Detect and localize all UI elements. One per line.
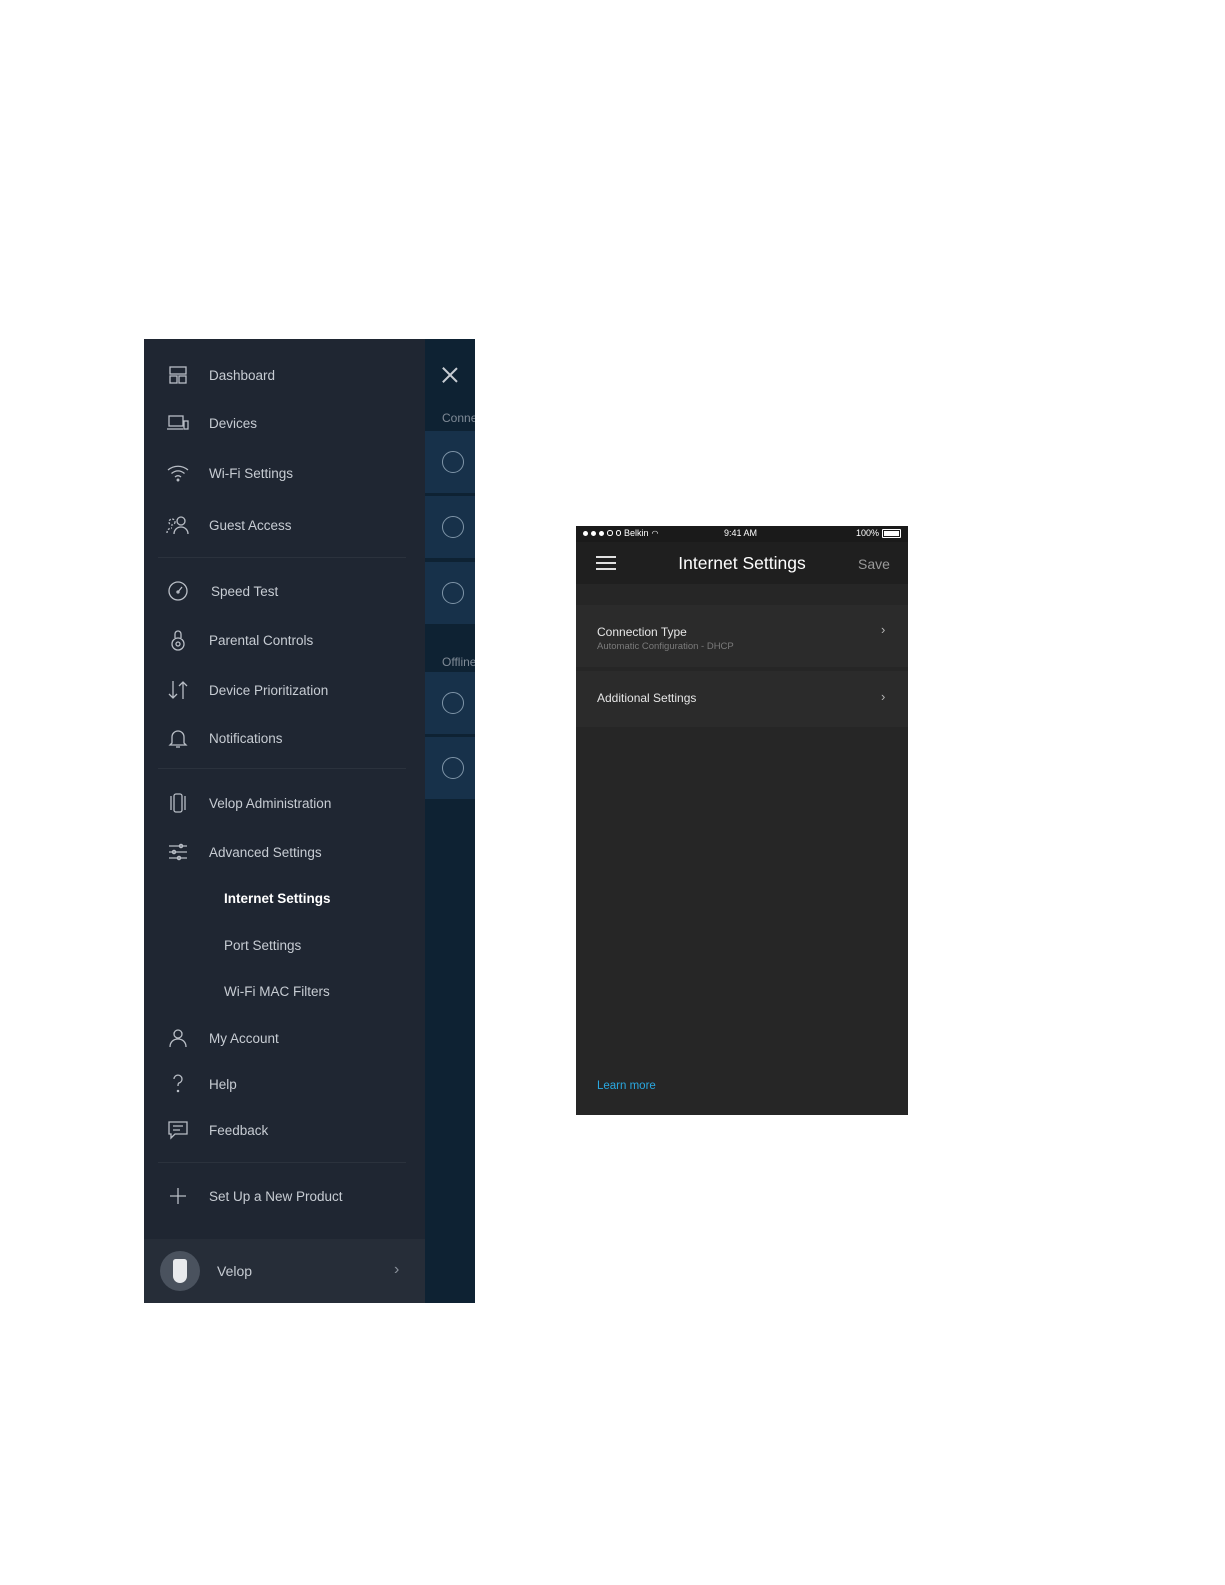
battery-icon [882, 528, 902, 538]
row-title: Connection Type [597, 625, 687, 639]
device-ring-icon [442, 451, 464, 473]
nav-label: Help [209, 1076, 237, 1092]
nav-label: Device Prioritization [209, 682, 329, 698]
nav-item-set-up-new-product[interactable]: Set Up a New Product [144, 1176, 425, 1216]
product-label: Velop [217, 1263, 253, 1279]
nav-label: Wi-Fi Settings [209, 465, 294, 481]
nav-label: Parental Controls [209, 632, 314, 648]
nav-item-wifi-settings[interactable]: Wi-Fi Settings [144, 453, 425, 493]
nav-label: Notifications [209, 730, 283, 746]
wifi-icon: ◠ [651, 528, 659, 538]
battery-status: 100% [856, 528, 902, 538]
section-divider [158, 1162, 406, 1163]
nav-drawer: Dashboard Devices Wi-Fi Settings Guest A… [144, 339, 425, 1303]
priority-arrows-icon [164, 676, 192, 704]
nav-label: Set Up a New Product [209, 1188, 343, 1204]
guest-icon [164, 511, 192, 539]
nav-label: Wi-Fi MAC Filters [224, 983, 330, 999]
bell-icon [164, 724, 192, 752]
underlying-page-peek: Conne Offline [425, 339, 475, 1303]
nav-label: Devices [209, 415, 258, 431]
device-row [425, 496, 475, 560]
carrier-signal: Belkin ◠ [583, 528, 659, 538]
nav-item-speed-test[interactable]: Speed Test [144, 571, 425, 611]
battery-percent: 100% [856, 528, 880, 538]
chevron-right-icon: › [394, 1261, 400, 1278]
sliders-icon [164, 838, 192, 866]
nav-label: Feedback [209, 1122, 269, 1138]
parental-lock-icon [164, 626, 192, 654]
app-header: Internet Settings Save [576, 542, 908, 584]
nav-item-dashboard[interactable]: Dashboard [144, 355, 425, 395]
internet-settings-phone-screenshot: Belkin ◠ 9:41 AM 100% Internet Settings … [576, 526, 908, 1115]
offline-heading: Offline [442, 655, 475, 669]
velop-node-icon [164, 789, 192, 817]
learn-more-link[interactable]: Learn more [597, 1080, 656, 1092]
device-row [425, 672, 475, 736]
connected-heading: Conne [442, 411, 475, 425]
plus-icon [164, 1182, 192, 1210]
device-row [425, 737, 475, 801]
nav-item-advanced-settings[interactable]: Advanced Settings [144, 832, 425, 872]
nav-item-parental-controls[interactable]: Parental Controls [144, 620, 425, 660]
user-icon [164, 1024, 192, 1052]
section-divider [158, 768, 406, 769]
nav-item-velop-administration[interactable]: Velop Administration [144, 783, 425, 823]
nav-item-my-account[interactable]: My Account [144, 1018, 425, 1058]
save-button[interactable]: Save [858, 556, 890, 572]
close-icon[interactable] [439, 365, 461, 387]
nav-item-notifications[interactable]: Notifications [144, 718, 425, 758]
feedback-icon [164, 1116, 192, 1144]
device-ring-icon [442, 692, 464, 714]
nav-label: Guest Access [209, 517, 292, 533]
device-ring-icon [442, 757, 464, 779]
velop-nav-drawer-screenshot: Dashboard Devices Wi-Fi Settings Guest A… [144, 339, 475, 1303]
nav-item-help[interactable]: Help [144, 1064, 425, 1104]
velop-node-avatar [160, 1251, 200, 1291]
row-title: Additional Settings [597, 691, 697, 705]
nav-item-guest-access[interactable]: Guest Access [144, 505, 425, 545]
nav-label: Port Settings [224, 937, 302, 953]
sub-item-wifi-mac-filters[interactable]: Wi-Fi MAC Filters [144, 971, 425, 1011]
product-selector[interactable]: Velop › [144, 1239, 425, 1303]
carrier-name: Belkin [624, 528, 649, 538]
nav-label: Dashboard [209, 367, 276, 383]
section-divider [158, 557, 406, 558]
chevron-right-icon: › [881, 622, 886, 637]
connection-type-row[interactable]: Connection Type Automatic Configuration … [576, 605, 908, 667]
nav-label: Advanced Settings [209, 844, 322, 860]
speedometer-icon [164, 577, 192, 605]
devices-icon [164, 409, 192, 437]
device-ring-icon [442, 582, 464, 604]
nav-label: My Account [209, 1030, 279, 1046]
wifi-icon [164, 459, 192, 487]
sub-item-port-settings[interactable]: Port Settings [144, 925, 425, 965]
nav-item-feedback[interactable]: Feedback [144, 1110, 425, 1150]
device-row [425, 431, 475, 495]
row-subtitle: Automatic Configuration - DHCP [597, 641, 734, 652]
question-icon [164, 1070, 192, 1098]
nav-item-devices[interactable]: Devices [144, 403, 425, 443]
dashboard-icon [164, 361, 192, 389]
device-ring-icon [442, 516, 464, 538]
chevron-right-icon: › [881, 689, 886, 704]
nav-label: Velop Administration [209, 795, 332, 811]
status-bar: Belkin ◠ 9:41 AM 100% [576, 526, 908, 542]
nav-label: Speed Test [211, 583, 279, 599]
nav-item-device-prioritization[interactable]: Device Prioritization [144, 670, 425, 710]
additional-settings-row[interactable]: Additional Settings › [576, 671, 908, 727]
sub-item-internet-settings[interactable]: Internet Settings [144, 878, 425, 918]
status-time: 9:41 AM [724, 528, 758, 538]
nav-label: Internet Settings [224, 890, 331, 906]
device-row [425, 562, 475, 626]
